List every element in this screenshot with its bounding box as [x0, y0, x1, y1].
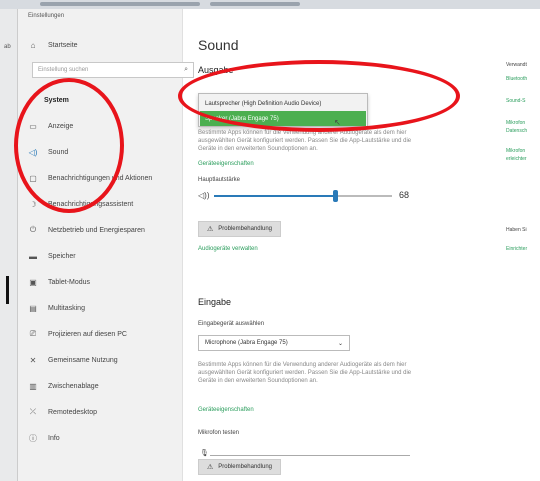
speaker-icon: ◁) [28, 147, 38, 157]
related-link[interactable]: Sound-S [506, 98, 525, 104]
display-icon: ▭ [29, 121, 37, 131]
focus-assist-icon: ☽ [29, 199, 37, 209]
clipboard-icon: ▥ [29, 381, 37, 391]
input-troubleshoot-button[interactable]: ⚠ Problembehandlung [198, 459, 281, 475]
sidebar-item-label: Speicher [48, 252, 76, 260]
shared-experiences-icon: ✕ [29, 355, 37, 365]
input-device-select[interactable]: Microphone (Jabra Engage 75) ⌄ [198, 335, 350, 351]
output-option-selected[interactable]: Speaker (Jabra Engage 75) [200, 111, 366, 126]
output-device-dropdown[interactable]: Lautsprecher (High Definition Audio Devi… [198, 93, 368, 127]
mouse-cursor-icon: ↖ [334, 118, 341, 127]
sidebar-item-focus-assist[interactable]: ☽ Benachrichtigungsassistent [26, 195, 178, 213]
warning-icon: ⚠ [207, 464, 214, 471]
sidebar-item-label: Remotedesktop [48, 408, 98, 416]
sidebar-item-label: Multitasking [48, 304, 85, 312]
sidebar-item-notifications[interactable]: ▢ Benachrichtigungen und Aktionen [26, 169, 178, 187]
sidebar-item-info[interactable]: ⓘ Info [26, 429, 178, 447]
output-troubleshoot-button[interactable]: ⚠ Problembehandlung [198, 221, 281, 237]
master-volume-label: Hauptlautstärke [198, 177, 241, 183]
background-mark [6, 276, 9, 304]
sidebar-item-clipboard[interactable]: ▥ Zwischenablage [26, 377, 178, 395]
sidebar-item-label: Gemeinsame Nutzung [48, 356, 118, 364]
window-title: Einstellungen [28, 13, 65, 19]
manage-audio-devices-link[interactable]: Audiogeräte verwalten [198, 246, 258, 252]
projecting-icon: ⎚ [29, 329, 37, 338]
settings-sidebar: Einstellungen ⌂ Startseite Einstellung s… [18, 9, 194, 481]
output-device-properties-link[interactable]: Geräteeigenschaften [198, 161, 254, 167]
sidebar-item-remote-desktop[interactable]: ⤫ Remotedesktop [26, 403, 178, 421]
sidebar-item-label: Info [48, 434, 60, 442]
input-heading: Eingabe [198, 297, 232, 307]
multitasking-icon: ▤ [29, 303, 37, 313]
background-text: ab [4, 44, 11, 50]
related-settings-panel: Verwandt Bluetooth Sound-S Mikrofon Date… [496, 9, 540, 481]
button-label: Problembehandlung [218, 226, 272, 232]
related-link[interactable]: Mikrofon [506, 148, 525, 154]
info-icon: ⓘ [29, 433, 37, 443]
search-placeholder: Einstellung suchen [38, 67, 89, 73]
tablet-icon: ▣ [29, 277, 37, 287]
chevron-down-icon: ⌄ [337, 340, 343, 347]
sidebar-item-display[interactable]: ▭ Anzeige [26, 117, 178, 135]
sidebar-item-label: Sound [48, 148, 69, 156]
test-microphone-label: Mikrofon testen [198, 430, 240, 436]
related-help-link[interactable]: Einrichter [506, 246, 527, 252]
output-description: Bestimmte Apps können für die Verwendung… [198, 130, 412, 152]
related-link[interactable]: erleichter [506, 156, 527, 162]
sidebar-item-home[interactable]: ⌂ Startseite [26, 36, 178, 54]
blurred-tab-text [210, 2, 300, 6]
output-heading: Ausgabe [198, 65, 234, 75]
input-select-label: Eingabegerät auswählen [198, 321, 265, 327]
output-option[interactable]: Lautsprecher (High Definition Audio Devi… [200, 96, 366, 111]
sound-settings-page: Sound Ausgabe Lautsprecher (High Definit… [186, 9, 492, 481]
volume-slider-fill [214, 195, 336, 197]
blurred-tab-text [40, 2, 200, 6]
sidebar-item-label: Benachrichtigungsassistent [48, 200, 134, 208]
input-selected-device: Microphone (Jabra Engage 75) [205, 340, 288, 346]
sidebar-item-sound[interactable]: ◁) Sound [26, 143, 178, 161]
volume-value: 68 [399, 190, 410, 200]
section-header: System [44, 97, 69, 104]
volume-icon[interactable]: ◁)) [198, 191, 209, 200]
sidebar-item-label: Zwischenablage [48, 382, 99, 390]
input-description: Bestimmte Apps können für die Verwendung… [198, 362, 412, 384]
related-question: Haben Si [506, 227, 527, 233]
sidebar-item-power[interactable]: ⏻ Netzbetrieb und Energiesparen [26, 221, 178, 239]
notifications-icon: ▢ [29, 173, 37, 183]
related-link[interactable]: Mikrofon [506, 120, 525, 126]
button-label: Problembehandlung [218, 464, 272, 470]
sidebar-item-tablet-mode[interactable]: ▣ Tablet-Modus [26, 273, 178, 291]
power-icon: ⏻ [29, 225, 37, 234]
window-title-bar [0, 0, 540, 9]
sidebar-item-label: Tablet-Modus [48, 278, 91, 286]
related-link[interactable]: Datensch [506, 128, 527, 134]
sidebar-item-label: Projizieren auf diesen PC [48, 330, 127, 338]
sidebar-item-shared-experiences[interactable]: ✕ Gemeinsame Nutzung [26, 351, 178, 369]
microphone-level-bar [210, 455, 410, 456]
sidebar-item-multitasking[interactable]: ▤ Multitasking [26, 299, 178, 317]
related-heading: Verwandt [506, 62, 527, 68]
storage-icon: ▬ [29, 251, 37, 261]
search-input[interactable]: Einstellung suchen ⌕ [32, 62, 194, 78]
background-window-edge: ab [0, 9, 18, 481]
remote-desktop-icon: ⤫ [29, 407, 37, 416]
sidebar-item-label: Benachrichtigungen und Aktionen [48, 174, 153, 182]
microphone-icon: 🎙 [200, 450, 209, 457]
warning-icon: ⚠ [207, 226, 214, 233]
related-link[interactable]: Bluetooth [506, 76, 527, 82]
volume-slider-thumb[interactable] [333, 190, 339, 202]
volume-slider[interactable] [214, 190, 392, 202]
sidebar-item-label: Anzeige [48, 122, 74, 130]
sidebar-item-projecting[interactable]: ⎚ Projizieren auf diesen PC [26, 325, 178, 343]
sidebar-item-storage[interactable]: ▬ Speicher [26, 247, 178, 265]
input-device-properties-link[interactable]: Geräteeigenschaften [198, 407, 254, 413]
page-title: Sound [198, 37, 239, 53]
sidebar-item-label: Startseite [48, 41, 78, 49]
sidebar-item-label: Netzbetrieb und Energiesparen [48, 226, 145, 234]
home-icon: ⌂ [30, 40, 36, 50]
